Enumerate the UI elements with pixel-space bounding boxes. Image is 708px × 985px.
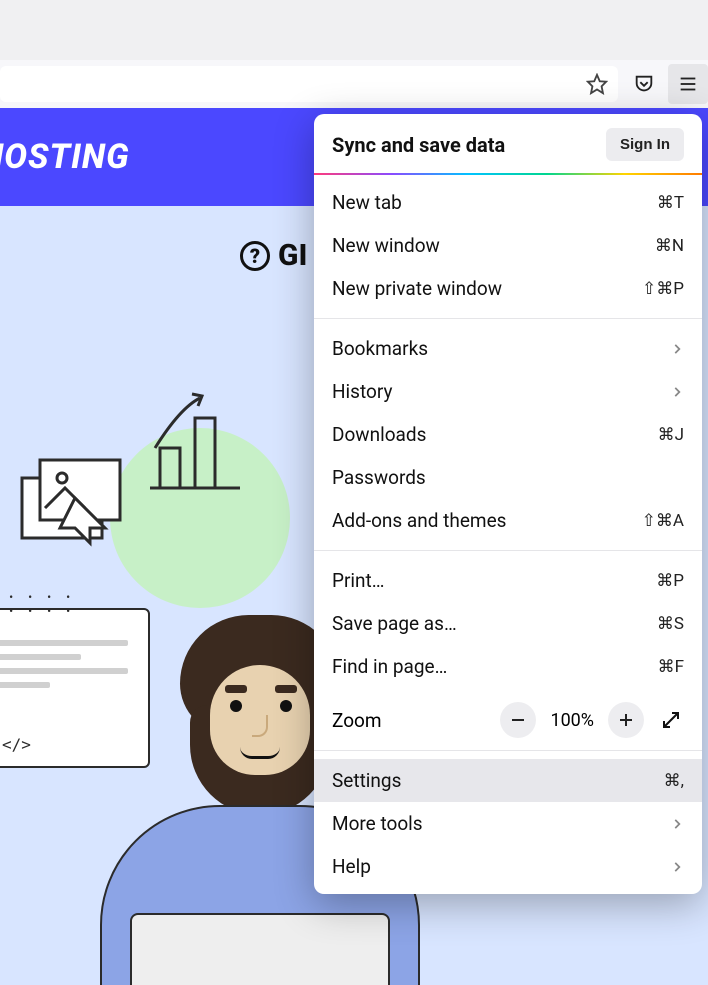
menu-item-new-window[interactable]: New window ⌘N	[314, 224, 702, 267]
menu-item-label: Settings	[332, 769, 401, 792]
browser-toolbar	[0, 60, 708, 108]
chevron-right-icon	[670, 342, 684, 356]
chevron-right-icon	[670, 817, 684, 831]
banner-title: HOSTING	[0, 137, 130, 177]
menu-divider	[314, 750, 702, 751]
url-bar[interactable]	[0, 66, 618, 102]
fullscreen-button[interactable]	[654, 703, 688, 737]
menu-item-label: New window	[332, 234, 440, 257]
menu-item-passwords[interactable]: Passwords	[314, 456, 702, 499]
menu-item-label: Downloads	[332, 423, 426, 446]
menu-item-history[interactable]: History	[314, 370, 702, 413]
menu-item-new-tab[interactable]: New tab ⌘T	[314, 181, 702, 224]
sign-in-button[interactable]: Sign In	[606, 128, 684, 161]
menu-item-label: Bookmarks	[332, 337, 428, 360]
menu-item-settings[interactable]: Settings ⌘,	[314, 759, 702, 802]
browser-tab-strip	[0, 0, 708, 60]
menu-item-label: Add-ons and themes	[332, 509, 506, 532]
menu-item-bookmarks[interactable]: Bookmarks	[314, 327, 702, 370]
menu-item-find-in-page[interactable]: Find in page… ⌘F	[314, 645, 702, 688]
menu-item-label: New tab	[332, 191, 402, 214]
menu-item-label: Find in page…	[332, 655, 447, 678]
menu-item-shortcut: ⌘P	[656, 571, 684, 591]
menu-item-more-tools[interactable]: More tools	[314, 802, 702, 845]
menu-item-save-page-as[interactable]: Save page as… ⌘S	[314, 602, 702, 645]
menu-item-shortcut: ⌘N	[655, 236, 684, 256]
pocket-icon[interactable]	[624, 64, 664, 104]
menu-item-label: New private window	[332, 277, 502, 300]
menu-item-label: History	[332, 380, 392, 403]
menu-item-label: Save page as…	[332, 612, 457, 635]
menu-item-shortcut: ⌘F	[658, 657, 684, 677]
zoom-out-button[interactable]	[500, 702, 536, 738]
menu-item-zoom: Zoom 100%	[314, 694, 702, 748]
sync-title: Sync and save data	[332, 133, 505, 157]
menu-item-label: Passwords	[332, 466, 426, 489]
chevron-right-icon	[670, 385, 684, 399]
menu-item-downloads[interactable]: Downloads ⌘J	[314, 413, 702, 456]
menu-item-shortcut: ⇧⌘P	[642, 279, 684, 299]
menu-item-label: Help	[332, 855, 371, 878]
menu-divider	[314, 318, 702, 319]
get-help-label: ? GI	[240, 238, 307, 273]
hamburger-menu-button[interactable]	[668, 64, 708, 104]
get-help-text: GI	[278, 238, 307, 273]
bookmark-star-icon[interactable]	[584, 71, 610, 97]
question-circle-icon: ?	[240, 241, 270, 271]
menu-item-new-private-window[interactable]: New private window ⇧⌘P	[314, 267, 702, 310]
growth-chart-icon	[150, 388, 260, 498]
menu-item-shortcut: ⇧⌘A	[642, 511, 684, 531]
menu-divider	[314, 550, 702, 551]
menu-item-label: More tools	[332, 812, 423, 835]
zoom-label: Zoom	[332, 709, 496, 732]
menu-header: Sync and save data Sign In	[314, 114, 702, 173]
menu-item-add-ons-and-themes[interactable]: Add-ons and themes ⇧⌘A	[314, 499, 702, 542]
menu-item-shortcut: ⌘J	[658, 425, 684, 445]
menu-item-shortcut: ⌘,	[664, 771, 684, 791]
zoom-value: 100%	[550, 710, 594, 731]
menu-item-label: Print…	[332, 569, 384, 592]
image-picker-icon	[20, 458, 130, 558]
menu-item-help[interactable]: Help	[314, 845, 702, 888]
menu-item-shortcut: ⌘T	[657, 193, 684, 213]
application-menu: Sync and save data Sign In New tab⌘TNew …	[314, 114, 702, 894]
menu-item-shortcut: ⌘S	[657, 614, 684, 634]
chevron-right-icon	[670, 860, 684, 874]
menu-item-print[interactable]: Print… ⌘P	[314, 559, 702, 602]
zoom-in-button[interactable]	[608, 702, 644, 738]
